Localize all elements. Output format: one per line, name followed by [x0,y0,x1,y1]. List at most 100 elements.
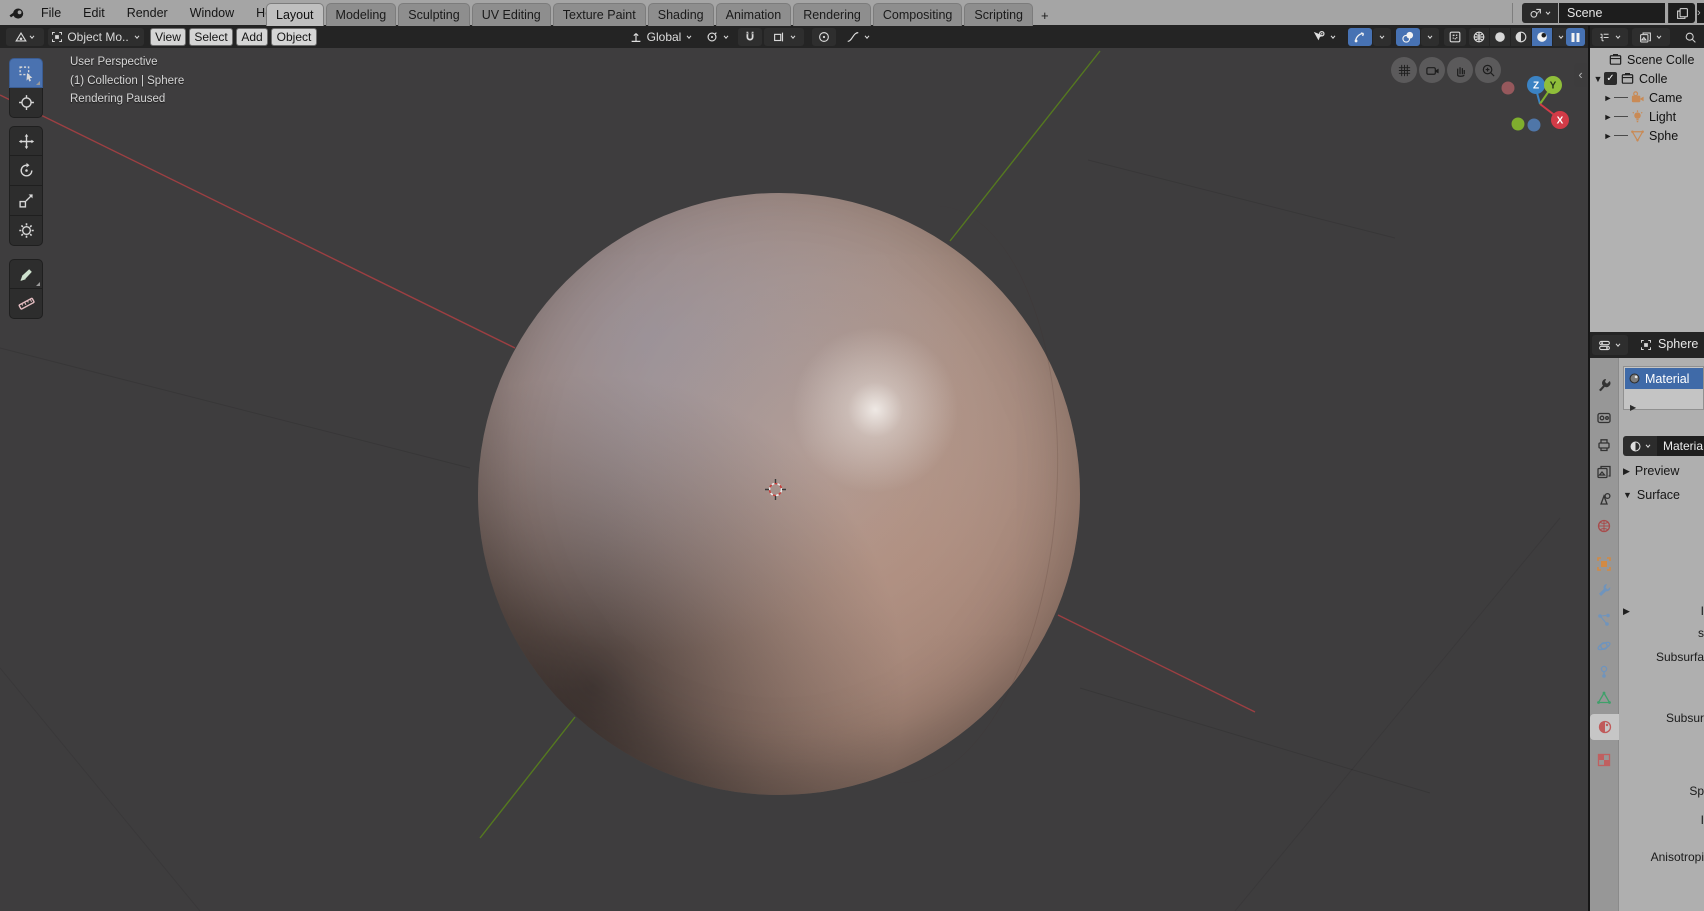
new-scene-button[interactable] [1668,3,1695,23]
outliner-editor-selector[interactable] [1592,28,1628,46]
tab-view-layer[interactable] [1590,459,1618,485]
menu-render[interactable]: Render [116,6,179,20]
tab-modifiers[interactable] [1590,577,1618,603]
menu-window[interactable]: Window [179,6,245,20]
render-pause-button[interactable] [1566,28,1585,46]
gizmos-dropdown[interactable] [1373,28,1391,46]
wireframe-icon [1472,30,1486,44]
panel-divider[interactable] [1588,26,1590,911]
tool-rotate[interactable] [9,156,43,186]
hand-icon [1453,63,1468,78]
tab-layout[interactable]: Layout [266,3,324,26]
tab-shading[interactable]: Shading [648,3,714,26]
collection-checkbox[interactable]: ✓ [1604,72,1617,85]
tab-uv-editing[interactable]: UV Editing [472,3,551,26]
outliner-row-sphere[interactable]: ► Sphe [1590,126,1704,145]
shading-material[interactable] [1511,28,1531,46]
tab-material[interactable] [1590,714,1619,740]
material-preview-icon [1514,30,1528,44]
outliner-label: Colle [1639,72,1668,86]
tab-animation[interactable]: Animation [716,3,792,26]
shading-rendered[interactable] [1532,28,1552,46]
outliner-row-light[interactable]: ► Light [1590,107,1704,126]
tab-modeling[interactable]: Modeling [326,3,397,26]
tool-annotate[interactable] [9,259,43,289]
tool-measure[interactable] [9,289,43,319]
nav-pan-button[interactable] [1447,57,1473,83]
panel-surface[interactable]: ▼ Surface [1623,488,1680,502]
blender-menu-icon[interactable] [8,4,26,22]
overlays-dropdown[interactable] [1421,28,1439,46]
tab-tool[interactable] [1590,372,1618,398]
menu-edit[interactable]: Edit [72,6,116,20]
tab-texture[interactable] [1590,747,1618,773]
tool-select-box[interactable] [9,58,43,88]
tab-physics[interactable] [1590,633,1618,659]
add-workspace-button[interactable]: + [1035,3,1055,26]
tab-world[interactable] [1590,513,1618,539]
material-slot-list[interactable]: Material ▶ [1623,366,1704,410]
snap-target[interactable] [764,28,804,46]
viewport-3d[interactable]: User Perspective (1) Collection | Sphere… [0,48,1588,911]
pivot-point[interactable] [700,28,734,46]
menu-object[interactable]: Object [271,28,317,46]
navigation-gizmo[interactable]: Z Y X [1496,73,1586,143]
tab-object[interactable] [1590,551,1618,577]
scene-name-field[interactable]: Scene [1559,3,1665,23]
expand-arrow-icon[interactable]: ▼ [1592,74,1604,84]
slot-specials-arrow[interactable]: ▶ [1630,403,1636,412]
xray-toggle[interactable] [1444,28,1466,46]
properties-editor-selector[interactable] [1592,335,1628,355]
outliner-row-collection[interactable]: ▼ ✓ Colle [1590,69,1704,88]
menu-file[interactable]: File [30,6,72,20]
outliner-row-camera[interactable]: ► Came [1590,88,1704,107]
panel-preview[interactable]: ▶ Preview [1623,464,1679,478]
transform-orientation[interactable]: Global [616,28,706,46]
material-name-field[interactable]: Materia [1657,436,1704,456]
tab-rendering[interactable]: Rendering [793,3,871,26]
tab-compositing[interactable]: Compositing [873,3,962,26]
mode-selector[interactable]: Object Mo.. [48,28,144,46]
tab-render[interactable] [1590,405,1618,431]
snap-toggle[interactable] [738,28,762,46]
expand-arrow-icon[interactable]: ► [1602,112,1614,122]
tab-sculpting[interactable]: Sculpting [398,3,469,26]
object-visibility[interactable] [1304,28,1344,46]
browse-material-button[interactable] [1623,436,1657,456]
editor-type-selector[interactable] [6,28,44,46]
tool-transform[interactable] [9,216,43,246]
expand-arrow-icon[interactable]: ► [1602,93,1614,103]
shader-expand-arrow[interactable]: ▶ [1623,606,1630,617]
proportional-falloff[interactable] [840,28,876,46]
tab-texture-paint[interactable]: Texture Paint [553,3,646,26]
tab-particles[interactable] [1590,607,1618,633]
expand-arrow-icon[interactable]: ► [1602,131,1614,141]
overlays-toggle[interactable] [1396,28,1420,46]
outliner-row-scene-collection[interactable]: Scene Colle [1590,50,1704,69]
axis-ball-neg-z[interactable] [1528,119,1541,132]
pivot-icon [705,30,719,44]
material-slot-selected[interactable]: Material [1625,368,1703,389]
shading-solid[interactable] [1490,28,1510,46]
axis-ball-neg-x[interactable] [1502,82,1515,95]
tab-output[interactable] [1590,432,1618,458]
tab-scripting[interactable]: Scripting [964,3,1033,26]
axis-ball-neg-y[interactable] [1512,118,1525,131]
tab-data[interactable] [1590,685,1618,711]
outliner-display-mode[interactable] [1632,28,1670,46]
menu-view[interactable]: View [150,28,186,46]
menu-add[interactable]: Add [236,28,268,46]
scene-browse-button[interactable] [1522,3,1558,23]
tool-scale[interactable] [9,186,43,216]
tab-constraints[interactable] [1590,659,1618,685]
shading-wireframe[interactable] [1469,28,1489,46]
proportional-editing-toggle[interactable] [812,28,836,46]
outliner-search[interactable] [1680,28,1700,46]
nav-perspective-button[interactable] [1391,57,1417,83]
tool-cursor[interactable] [9,88,43,118]
tool-move[interactable] [9,126,43,156]
tab-scene[interactable] [1590,486,1618,512]
menu-select[interactable]: Select [189,28,233,46]
nav-camera-button[interactable] [1419,57,1445,83]
gizmos-toggle[interactable] [1348,28,1372,46]
